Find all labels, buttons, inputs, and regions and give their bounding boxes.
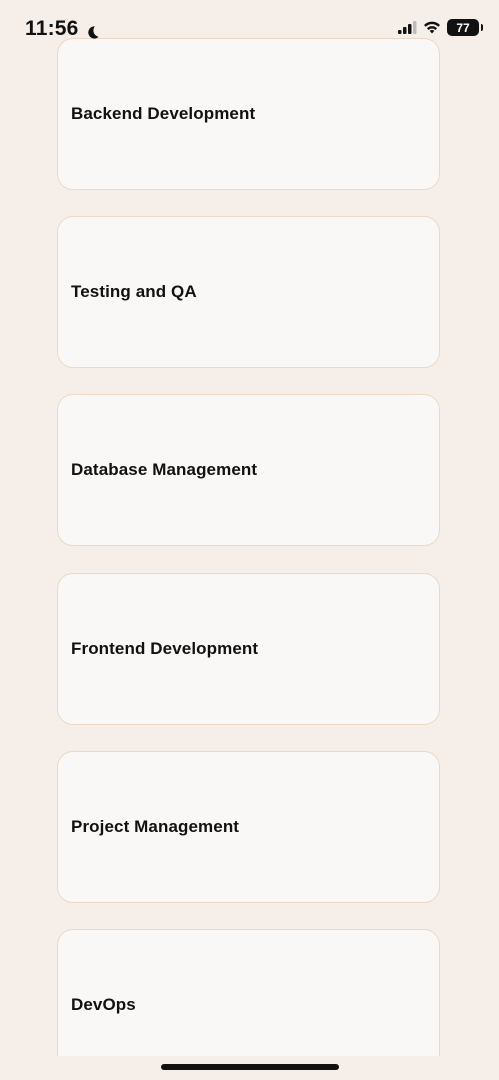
category-card-label: DevOps [71, 995, 136, 1014]
category-card-label: Project Management [71, 817, 240, 836]
category-list[interactable]: Backend Development Testing and QA Datab… [57, 38, 442, 1056]
status-bar: 11:56 77 [0, 0, 499, 58]
category-card-database-management[interactable]: Database Management [57, 394, 440, 546]
category-card-label: Testing and QA [71, 282, 197, 301]
status-time-group: 11:56 [25, 17, 100, 41]
cellular-signal-icon [398, 21, 417, 34]
category-card-backend-development[interactable]: Backend Development [57, 38, 440, 190]
status-time: 11:56 [25, 17, 79, 40]
category-card-testing-and-qa[interactable]: Testing and QA [57, 216, 440, 368]
category-card-frontend-development[interactable]: Frontend Development [57, 573, 440, 725]
battery-level: 77 [456, 20, 470, 35]
category-card-devops[interactable]: DevOps [57, 929, 440, 1056]
category-card-label: Database Management [71, 460, 258, 479]
wifi-icon [423, 21, 441, 34]
home-indicator[interactable] [161, 1064, 339, 1070]
category-card-label: Backend Development [71, 104, 256, 123]
moon-icon [85, 22, 100, 39]
status-indicators: 77 [398, 19, 483, 36]
category-card-label: Frontend Development [71, 639, 259, 658]
battery-icon: 77 [447, 19, 483, 36]
category-card-project-management[interactable]: Project Management [57, 751, 440, 903]
